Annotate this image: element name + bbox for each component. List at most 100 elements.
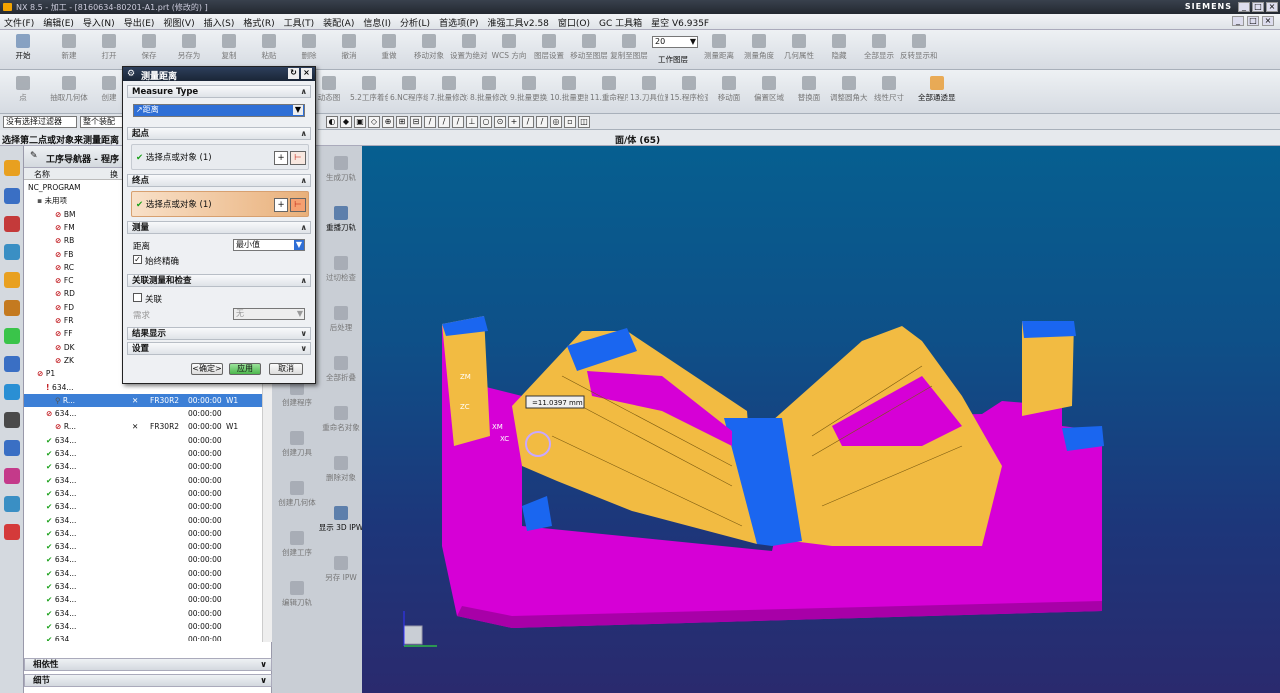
object-select-icon[interactable]: ⊢ (290, 198, 306, 212)
menu-item[interactable]: 编辑(E) (43, 16, 74, 29)
side-tool-button[interactable]: 创建程序 (272, 381, 322, 408)
toolbar-button[interactable]: 移动面 (710, 76, 748, 103)
doc-restore-button[interactable]: □ (1247, 16, 1259, 26)
toolbar-button[interactable]: 15.程序检查 (670, 76, 708, 103)
navigator-row[interactable]: ✔ 634... 00:00:00 (24, 633, 262, 641)
toolbar-button[interactable]: 替换面 (790, 76, 828, 103)
toolbar-button[interactable]: 粘贴 (250, 34, 288, 61)
toolbar-button[interactable]: 8.批量修改刀具 (470, 76, 508, 103)
start-point-header[interactable]: 起点 ∧ (127, 127, 311, 140)
resource-tab-icon[interactable] (4, 524, 20, 540)
toolbar-button[interactable]: 图层设置 (530, 34, 568, 61)
snap-icon[interactable]: / (424, 116, 436, 128)
settings-header[interactable]: 设置 ∨ (127, 342, 311, 355)
end-point-select[interactable]: ✔ 选择点或对象 (1) + ⊢ (131, 191, 309, 217)
maximize-button[interactable]: □ (1252, 2, 1264, 12)
navigator-row[interactable]: ✔ 634... 00:00:00 (24, 593, 262, 606)
object-select-icon[interactable]: ⊢ (290, 151, 306, 165)
measure-type-header[interactable]: Measure Type ∧ (127, 85, 311, 98)
resource-tab-icon[interactable] (4, 272, 20, 288)
navigator-row[interactable]: ✔ 634... 00:00:00 (24, 540, 262, 553)
toolbar-button[interactable]: 移动对象 (410, 34, 448, 61)
toolbar-button[interactable]: 复制至图层 (610, 34, 648, 61)
toolbar-button[interactable]: 删除 (290, 34, 328, 61)
toolbar-button[interactable]: 调整圆角大小 (830, 76, 868, 103)
resource-tab-icon[interactable] (4, 188, 20, 204)
navigator-row[interactable]: ✔ 634... 00:00:00 (24, 474, 262, 487)
resource-tab-icon[interactable] (4, 244, 20, 260)
toolbar-button[interactable]: 全部通透显示 (918, 76, 956, 103)
snap-icon[interactable]: ⊟ (410, 116, 422, 128)
snap-icon[interactable]: ◫ (578, 116, 590, 128)
ok-button[interactable]: <确定> (191, 363, 223, 375)
navigator-row[interactable]: ✔ 634... 00:00:00 (24, 434, 262, 447)
snap-icon[interactable]: ⊙ (494, 116, 506, 128)
side-tool-button[interactable]: 创建刀具 (272, 431, 322, 458)
toolbar-button[interactable]: 工作图层 (654, 54, 692, 65)
close-button[interactable]: × (1266, 2, 1278, 12)
snap-icon[interactable]: ○ (480, 116, 492, 128)
toolbar-button[interactable]: 测量距离 (700, 34, 738, 61)
snap-icon[interactable]: / (522, 116, 534, 128)
menu-item[interactable]: 窗口(O) (558, 16, 590, 29)
toolbar-button[interactable]: WCS 方向 (490, 34, 528, 61)
cancel-button[interactable]: 取消 (269, 363, 303, 375)
toolbar-button[interactable]: 隐藏 (820, 34, 858, 61)
toolbar-button[interactable]: 新建 (50, 34, 88, 61)
side-tool-button[interactable]: 后处理 (316, 306, 366, 333)
snap-icon[interactable]: ◐ (326, 116, 338, 128)
point-dialog-icon[interactable]: + (274, 198, 288, 212)
column-tool-change[interactable]: 换 (110, 169, 118, 180)
navigator-row[interactable]: ✔ 634... 00:00:00 (24, 514, 262, 527)
navigator-row[interactable]: ⊘ 634... 00:00:00 (24, 407, 262, 420)
snap-icon[interactable]: ◆ (340, 116, 352, 128)
toolbar-button[interactable]: 开始 (4, 34, 42, 61)
resource-tab-icon[interactable] (4, 384, 20, 400)
end-point-header[interactable]: 终点 ∧ (127, 174, 311, 187)
menu-item[interactable]: 首选项(P) (439, 16, 478, 29)
side-tool-button[interactable]: 另存 IPW (316, 556, 366, 583)
navigator-row[interactable]: ✔ 634... 00:00:00 (24, 553, 262, 566)
toolbar-button[interactable]: 测量角度 (740, 34, 778, 61)
toolbar-button[interactable]: 全部显示 (860, 34, 898, 61)
measure-type-select[interactable]: ↗距离 ▼ (133, 104, 305, 117)
result-display-header[interactable]: 结果显示 ∨ (127, 327, 311, 340)
snap-icon[interactable]: / (452, 116, 464, 128)
menu-item[interactable]: 插入(S) (204, 16, 235, 29)
snap-icon[interactable]: + (508, 116, 520, 128)
details-section[interactable]: 细节 ∨ (24, 674, 272, 687)
type-filter-select[interactable]: 没有选择过滤器 (3, 116, 77, 128)
mold-model[interactable]: =11.0397 mm ZM ZC XM XC (362, 146, 1280, 693)
navigator-row[interactable]: ✔ 634... 00:00:00 (24, 500, 262, 513)
toolbar-button[interactable]: 移动至图层 (570, 34, 608, 61)
resource-tab-icon[interactable] (4, 328, 20, 344)
toolbar-button[interactable]: 打开 (90, 34, 128, 61)
side-tool-button[interactable]: 重播刀轨 (316, 206, 366, 233)
toolbar-button[interactable]: 重做 (370, 34, 408, 61)
resource-tab-icon[interactable] (4, 440, 20, 456)
requirement-select[interactable]: 无 ▼ (233, 308, 305, 320)
menu-item[interactable]: 淮强工具v2.58 (488, 16, 549, 29)
toolbar-button[interactable]: 6.NC程序组 (390, 76, 428, 103)
toolbar-button[interactable]: 抽取几何体 (50, 76, 88, 103)
distance-select[interactable]: 最小值 ▼ (233, 239, 305, 251)
snap-icon[interactable]: ⊕ (382, 116, 394, 128)
navigator-row[interactable]: ✔ 634... 00:00:00 (24, 620, 262, 633)
graphics-viewport[interactable]: =11.0397 mm ZM ZC XM XC (362, 146, 1280, 693)
resource-tab-icon[interactable] (4, 468, 20, 484)
reset-icon[interactable]: ↻ (288, 68, 299, 79)
menu-item[interactable]: 格式(R) (243, 16, 274, 29)
side-tool-button[interactable]: 过切检查 (316, 256, 366, 283)
side-tool-button[interactable]: 重命名对象 (316, 406, 366, 433)
menu-item[interactable]: 分析(L) (400, 16, 430, 29)
resource-tab-icon[interactable] (4, 356, 20, 372)
menu-item[interactable]: 视图(V) (163, 16, 194, 29)
menu-item[interactable]: 星空 V6.935F (651, 16, 709, 29)
snap-icon[interactable]: ▣ (354, 116, 366, 128)
start-point-select[interactable]: ✔ 选择点或对象 (1) + ⊢ (131, 144, 309, 170)
navigator-row[interactable]: ✔ 634... 00:00:00 (24, 460, 262, 473)
doc-minimize-button[interactable]: _ (1232, 16, 1244, 26)
navigator-row[interactable]: ✔ 634... 00:00:00 (24, 447, 262, 460)
menu-item[interactable]: GC 工具箱 (599, 16, 642, 29)
toolbar-button[interactable]: 另存为 (170, 34, 208, 61)
